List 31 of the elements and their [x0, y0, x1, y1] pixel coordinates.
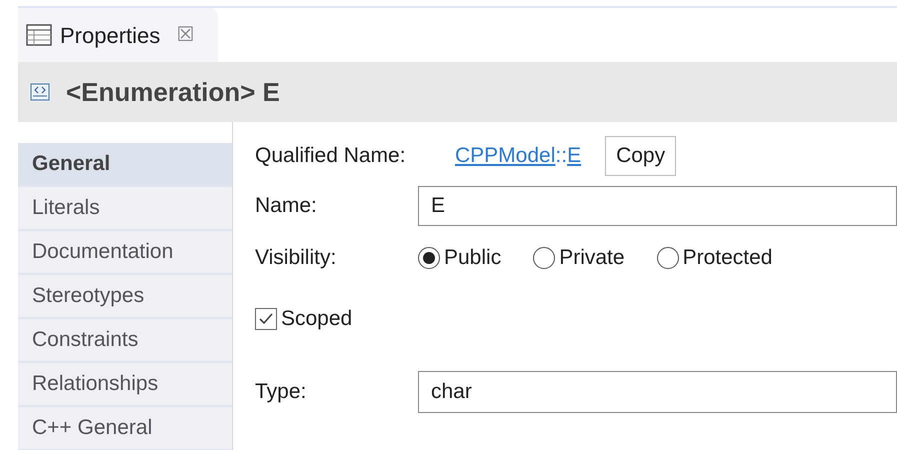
table-icon: [26, 24, 52, 46]
sidebar-tab[interactable]: Documentation: [18, 231, 232, 275]
radio-button[interactable]: [533, 247, 556, 269]
radio-button[interactable]: [656, 247, 679, 269]
sidebar-tab[interactable]: Stereotypes: [18, 275, 232, 319]
field-label: Qualified Name:: [255, 143, 407, 170]
sidebar-tab[interactable]: Relationships: [18, 363, 232, 407]
radio-button[interactable]: [418, 247, 440, 269]
path-separator: ::: [555, 143, 568, 170]
checkbox-label[interactable]: Scoped: [281, 303, 352, 335]
field-label: Type:: [255, 379, 308, 406]
radio-label[interactable]: Protected: [682, 242, 772, 274]
type-field[interactable]: char: [418, 371, 897, 413]
radio-label[interactable]: Private: [559, 242, 625, 274]
sidebar-tab[interactable]: Constraints: [18, 319, 232, 363]
checkbox[interactable]: [255, 308, 277, 330]
model-link[interactable]: CPPModel: [455, 140, 556, 172]
sidebar-tab[interactable]: General: [18, 143, 232, 187]
sidebar-tab[interactable]: C++ General: [18, 407, 232, 450]
enumeration-icon: [30, 83, 50, 101]
checkmark-icon: [258, 312, 274, 326]
radio-label[interactable]: Public: [444, 242, 502, 274]
field-label: Visibility:: [255, 245, 338, 272]
model-link[interactable]: E: [567, 140, 582, 172]
field-label: Name:: [255, 193, 318, 220]
sidebar-tab[interactable]: Literals: [18, 187, 232, 231]
properties-tab[interactable]: Properties ☒: [18, 8, 218, 62]
copy-button[interactable]: Copy: [605, 136, 676, 176]
name-field[interactable]: E: [418, 186, 897, 226]
header-title: <Enumeration> E: [66, 76, 280, 108]
tab-label: Properties: [60, 22, 160, 50]
